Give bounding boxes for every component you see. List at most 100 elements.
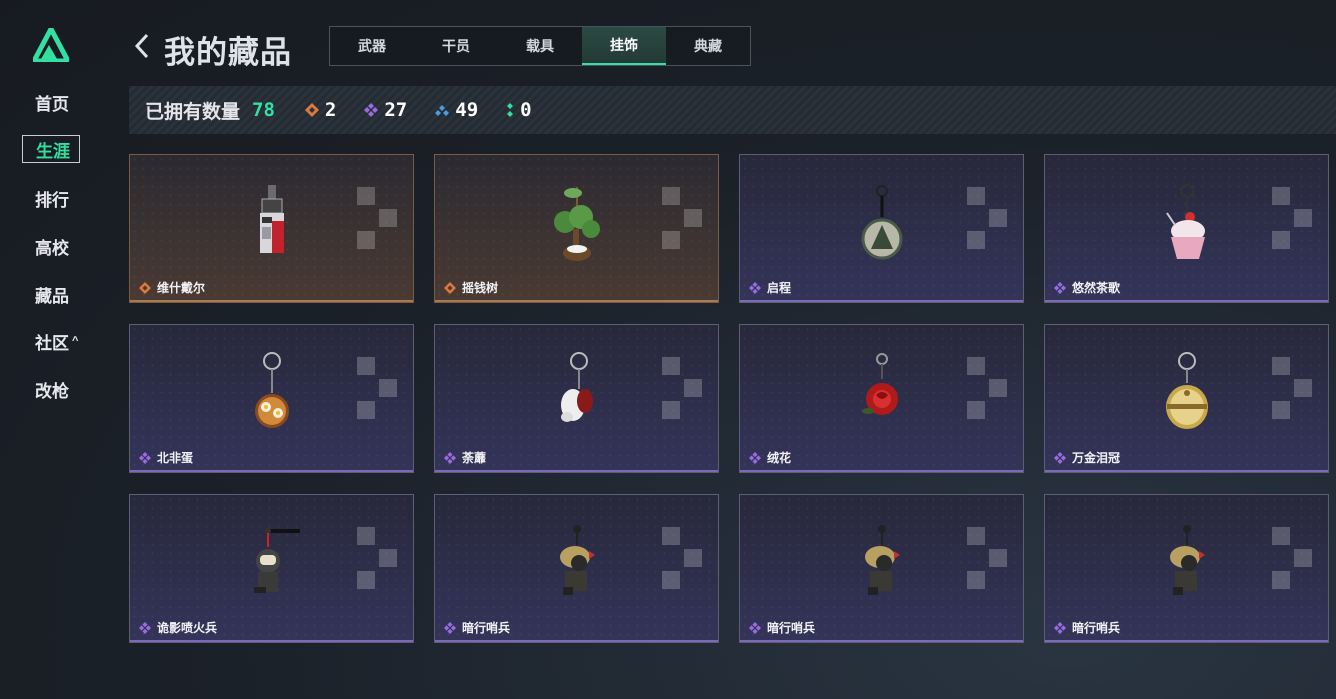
purple-diamond-icon [1054, 621, 1066, 634]
sidebar-item-home[interactable]: 首页 [22, 88, 80, 116]
charm-name: 摇钱树 [444, 279, 498, 296]
purple-diamond-icon [444, 621, 456, 634]
medal-charm-icon [861, 185, 903, 260]
money-tree-charm-icon [554, 187, 600, 261]
charm-card[interactable]: 绒花 [739, 324, 1024, 473]
sidebar: 首页 生涯 排行 高校 藏品 社区 ^ 改枪 [0, 0, 102, 699]
purple-diamond-icon [139, 621, 151, 634]
card-decoration [967, 527, 1007, 589]
rarity-count-orange: 2 [304, 99, 337, 121]
sentinel-soldier-charm-icon [560, 525, 595, 595]
tab-collectibles[interactable]: 典藏 [666, 27, 750, 65]
tab-operators[interactable]: 干员 [414, 27, 498, 65]
sidebar-item-label: 社区 [35, 333, 69, 353]
charm-card[interactable]: 启程 [739, 154, 1024, 303]
ownership-stats-bar: 已拥有数量 78 2 27 49 0 [129, 86, 1336, 134]
charm-name: 暗行哨兵 [444, 619, 510, 636]
page-title: 我的藏品 [164, 35, 292, 70]
shakshuka-charm-icon [255, 352, 289, 428]
blue-diamond-icon [435, 105, 450, 116]
rarity-count-value: 27 [384, 99, 408, 121]
sidebar-item-label: 排行 [35, 190, 69, 210]
card-decoration [967, 357, 1007, 419]
charm-card[interactable]: 荼蘼 [434, 324, 719, 473]
card-decoration [357, 187, 397, 249]
card-decoration [357, 357, 397, 419]
sidebar-item-ranking[interactable]: 排行 [22, 184, 80, 212]
category-tabs: 武器 干员 载具 挂饰 典藏 [329, 26, 751, 66]
app-logo-icon[interactable] [33, 28, 69, 62]
charm-name: 绒花 [749, 449, 791, 466]
charm-card[interactable]: 维什戴尔 [129, 154, 414, 303]
sidebar-item-label: 高校 [35, 238, 69, 258]
charm-card[interactable]: 悠然茶歌 [1044, 154, 1329, 303]
purple-diamond-icon [139, 451, 151, 464]
red-device-charm-icon [260, 185, 284, 253]
tab-vehicles[interactable]: 载具 [498, 27, 582, 65]
card-decoration [1272, 527, 1312, 589]
charm-card[interactable]: 万金泪冠 [1044, 324, 1329, 473]
charm-card[interactable]: 摇钱树 [434, 154, 719, 303]
charm-name: 暗行哨兵 [1054, 619, 1120, 636]
charm-card[interactable]: 暗行哨兵 [1044, 494, 1329, 643]
charm-name: 北非蛋 [139, 449, 193, 466]
white-flower-charm-icon [561, 352, 593, 422]
charm-name: 启程 [749, 279, 791, 296]
cupcake-charm-icon [1166, 184, 1205, 259]
sidebar-item-label: 生涯 [36, 141, 70, 161]
card-decoration [662, 357, 702, 419]
card-decoration [1272, 357, 1312, 419]
tab-weapons[interactable]: 武器 [330, 27, 414, 65]
charm-name: 万金泪冠 [1054, 449, 1120, 466]
sidebar-item-label: 改枪 [35, 381, 69, 401]
charm-name: 诡影喷火兵 [139, 619, 217, 636]
purple-diamond-icon [1054, 281, 1066, 294]
purple-diamond-icon [749, 451, 761, 464]
sidebar-item-college[interactable]: 高校 [22, 232, 80, 260]
card-decoration [967, 187, 1007, 249]
charm-name: 暗行哨兵 [749, 619, 815, 636]
charm-name: 维什戴尔 [139, 279, 205, 296]
charm-name: 荼蘼 [444, 449, 486, 466]
sidebar-item-label: 藏品 [35, 286, 69, 306]
orange-diamond-icon [444, 281, 456, 294]
card-decoration [662, 187, 702, 249]
flamethrower-soldier-charm-icon [254, 528, 300, 593]
card-decoration [357, 527, 397, 589]
orange-diamond-icon [304, 103, 319, 117]
rarity-count-green: 0 [506, 99, 532, 121]
charm-card[interactable]: 暗行哨兵 [739, 494, 1024, 643]
sentinel-soldier-charm-icon [865, 525, 900, 595]
green-dots-icon [507, 103, 514, 117]
orange-diamond-icon [139, 281, 151, 294]
purple-diamond-icon [444, 451, 456, 464]
sidebar-item-gunsmith[interactable]: 改枪 [22, 375, 80, 403]
tab-charms[interactable]: 挂饰 [582, 27, 666, 65]
chevron-up-icon: ^ [72, 335, 79, 347]
rarity-count-value: 2 [324, 99, 337, 121]
charm-card[interactable]: 北非蛋 [129, 324, 414, 473]
owned-count-total: 78 [252, 99, 275, 121]
sidebar-item-community[interactable]: 社区 ^ [22, 327, 80, 355]
purple-diamond-icon [749, 281, 761, 294]
back-arrow-icon[interactable] [130, 31, 154, 61]
owned-count-label: 已拥有数量 [145, 101, 241, 123]
charm-card[interactable]: 暗行哨兵 [434, 494, 719, 643]
red-rose-charm-icon [862, 353, 898, 415]
sidebar-item-label: 首页 [35, 94, 69, 114]
rarity-count-blue: 49 [435, 99, 478, 121]
card-decoration [1272, 187, 1312, 249]
purple-diamond-icon [749, 621, 761, 634]
sidebar-item-collection[interactable]: 藏品 [22, 280, 80, 308]
rarity-count-value: 49 [455, 99, 479, 121]
rarity-count-purple: 27 [364, 99, 407, 121]
card-decoration [662, 527, 702, 589]
purple-diamond-icon [1054, 451, 1066, 464]
purple-diamond-icon [364, 103, 379, 117]
charm-card[interactable]: 诡影喷火兵 [129, 494, 414, 643]
gold-crown-charm-icon [1166, 352, 1208, 429]
sidebar-item-career[interactable]: 生涯 [22, 135, 80, 163]
charm-name: 悠然茶歌 [1054, 279, 1120, 296]
rarity-count-value: 0 [520, 99, 532, 121]
sentinel-soldier-charm-icon [1170, 525, 1205, 595]
